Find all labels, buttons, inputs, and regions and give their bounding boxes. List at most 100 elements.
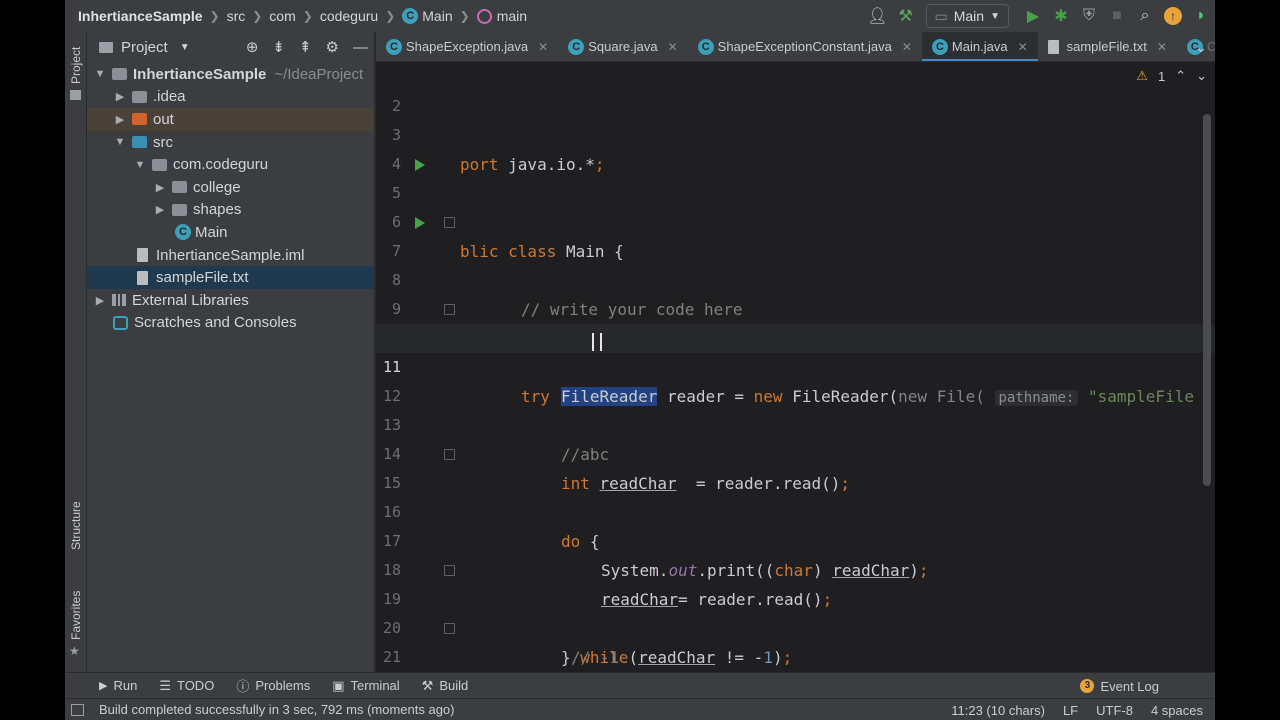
chevron-right-icon[interactable]: ▶ [93, 294, 107, 307]
breadcrumb: InhertianceSample ❯ src ❯ com ❯ codeguru… [65, 8, 527, 24]
tree-item-iml[interactable]: InhertianceSample.iml [87, 244, 374, 267]
plugin-icon[interactable]: ◗ [1187, 0, 1215, 32]
indent-setting[interactable]: 4 spaces [1151, 703, 1203, 718]
run-tool-button[interactable]: ▶ Run [99, 678, 137, 693]
package-icon [172, 203, 187, 216]
close-icon[interactable]: ✕ [1157, 40, 1167, 54]
tree-item-main[interactable]: C Main [87, 221, 374, 244]
list-icon: ☰ [159, 677, 171, 693]
status-message: Build completed successfully in 3 sec, 7… [99, 702, 455, 717]
vertical-scrollbar[interactable] [1203, 114, 1211, 486]
problems-tool-label: Problems [255, 678, 311, 693]
chevron-right-icon[interactable]: ▶ [153, 181, 167, 194]
close-icon[interactable]: ✕ [1018, 40, 1028, 54]
project-panel-title[interactable]: Project [121, 39, 168, 56]
tree-item-college[interactable]: ▶ college [87, 176, 374, 199]
tree-item-project-root[interactable]: ▼ InhertianceSample ~/IdeaProject [87, 63, 374, 86]
tab-shapeexceptionconstant[interactable]: C ShapeExceptionConstant.java ✕ [688, 32, 922, 61]
update-icon[interactable]: ↑ [1159, 0, 1187, 32]
status-bar: Build completed successfully in 3 sec, 7… [65, 698, 1215, 720]
breadcrumb-class[interactable]: Main [422, 8, 452, 24]
fold-icon[interactable] [444, 304, 455, 315]
tree-item-external-libraries[interactable]: ▶ External Libraries [87, 289, 374, 312]
breadcrumb-com[interactable]: com [269, 8, 295, 24]
chevron-up-icon[interactable]: ⌃ [1175, 68, 1186, 84]
user-icon[interactable]: 👤︎ [864, 0, 892, 32]
problems-tool-button[interactable]: ⓘ Problems [236, 676, 310, 695]
favorites-tool-button[interactable]: Favorites [69, 591, 83, 640]
project-tree: ▼ InhertianceSample ~/IdeaProject ▶ .ide… [87, 62, 374, 334]
code-line: 7 public static void main(String[] args)… [376, 208, 1215, 348]
panel-toggle-icon[interactable] [71, 703, 84, 716]
tree-item-shapes[interactable]: ▶ shapes [87, 199, 374, 222]
terminal-tool-button[interactable]: ▣ Terminal [332, 678, 399, 694]
run-config-icon: ▭ [934, 7, 948, 24]
tab-main[interactable]: C Main.java ✕ [921, 32, 1038, 61]
coverage-icon[interactable]: ⛨ [1075, 0, 1103, 32]
caret-position[interactable]: 11:23 (10 chars) [951, 703, 1045, 718]
fold-icon[interactable] [444, 449, 455, 460]
close-icon[interactable]: ✕ [902, 40, 912, 54]
stop-icon[interactable]: ■ [1103, 0, 1131, 32]
hide-icon[interactable]: — [353, 39, 368, 56]
collapse-all-icon[interactable]: ⇞ [299, 38, 312, 56]
chevron-right-icon[interactable]: ▶ [113, 90, 127, 103]
breadcrumb-project[interactable]: InhertianceSample [78, 8, 203, 24]
build-tool-button[interactable]: ⚒ Build [422, 678, 469, 694]
search-icon[interactable]: ⌕ [1131, 0, 1159, 32]
expand-all-icon[interactable]: ⇟ [272, 38, 285, 56]
code-view[interactable]: 2 3 port java.io.*; 4 5 blic class Main … [376, 63, 1215, 672]
chevron-down-icon[interactable]: ▼ [113, 136, 127, 148]
debug-icon[interactable]: ✱ [1047, 0, 1075, 32]
tree-item-samplefile[interactable]: sampleFile.txt [87, 266, 374, 289]
tree-item-package[interactable]: ▼ com.codeguru [87, 153, 374, 176]
fold-icon[interactable] [444, 623, 455, 634]
fold-icon[interactable] [444, 565, 455, 576]
code-line: 21 } catch (Exception e) { [376, 614, 1215, 666]
toolbar-actions: 👤︎ ⚒ ▭ Main ▼ ▶ ✱ ⛨ ■ ⌕ ↑ ◗ [864, 0, 1216, 32]
tree-item-scratches[interactable]: Scratches and Consoles [87, 312, 374, 335]
chevron-right-icon: ❯ [252, 9, 263, 23]
chevron-down-icon[interactable]: ▼ [180, 42, 190, 53]
inspection-widget[interactable]: ⚠ 1 ⌃ ⌄ [1136, 68, 1207, 84]
chevron-down-icon[interactable]: ⌄ [1195, 32, 1207, 61]
code-line: 14 int readChar = reader.read(); [376, 411, 1215, 493]
run-icon[interactable]: ▶ [1019, 0, 1047, 32]
tree-item-label: college [193, 178, 241, 196]
locate-icon[interactable]: ⊕ [246, 38, 259, 56]
run-configuration-select[interactable]: ▭ Main ▼ [925, 4, 1009, 28]
run-gutter-icon[interactable] [415, 159, 425, 171]
tab-label: sampleFile.txt [1066, 39, 1147, 54]
fold-icon[interactable] [444, 217, 455, 228]
tree-item-src[interactable]: ▼ src [87, 131, 374, 154]
tab-shapeexception[interactable]: C ShapeException.java ✕ [376, 32, 558, 61]
close-icon[interactable]: ✕ [668, 40, 678, 54]
line-separator[interactable]: LF [1063, 703, 1078, 718]
scratches-icon [113, 315, 128, 330]
event-log-button[interactable]: 3 Event Log [1080, 673, 1159, 699]
breadcrumb-method[interactable]: main [497, 8, 527, 24]
structure-tool-button[interactable]: Structure [69, 501, 83, 550]
chevron-right-icon[interactable]: ▶ [153, 203, 167, 216]
tree-item-idea[interactable]: ▶ .idea [87, 86, 374, 109]
tree-item-out[interactable]: ▶ out [87, 108, 374, 131]
chevron-down-icon[interactable]: ▼ [133, 159, 147, 171]
project-tool-button[interactable]: Project [69, 47, 83, 84]
module-folder-icon [112, 68, 127, 81]
run-gutter-icon[interactable] [415, 217, 425, 229]
breadcrumb-codeguru[interactable]: codeguru [320, 8, 378, 24]
chevron-down-icon[interactable]: ▼ [93, 68, 107, 80]
chevron-down-icon[interactable]: ⌄ [1196, 68, 1207, 84]
tab-square[interactable]: C Square.java ✕ [558, 32, 687, 61]
editor-tabs: C ShapeException.java ✕ C Square.java ✕ … [376, 32, 1215, 62]
gear-icon[interactable]: ⚙ [326, 38, 339, 56]
tab-samplefile[interactable]: sampleFile.txt ✕ [1038, 32, 1177, 61]
tab-label: Square.java [588, 39, 658, 54]
breadcrumb-src[interactable]: src [227, 8, 246, 24]
file-encoding[interactable]: UTF-8 [1096, 703, 1133, 718]
build-hammer-icon[interactable]: ⚒ [892, 0, 920, 32]
info-icon: ⓘ [236, 679, 250, 694]
chevron-right-icon[interactable]: ▶ [113, 113, 127, 126]
close-icon[interactable]: ✕ [538, 40, 548, 54]
todo-tool-button[interactable]: ☰ TODO [159, 678, 214, 694]
